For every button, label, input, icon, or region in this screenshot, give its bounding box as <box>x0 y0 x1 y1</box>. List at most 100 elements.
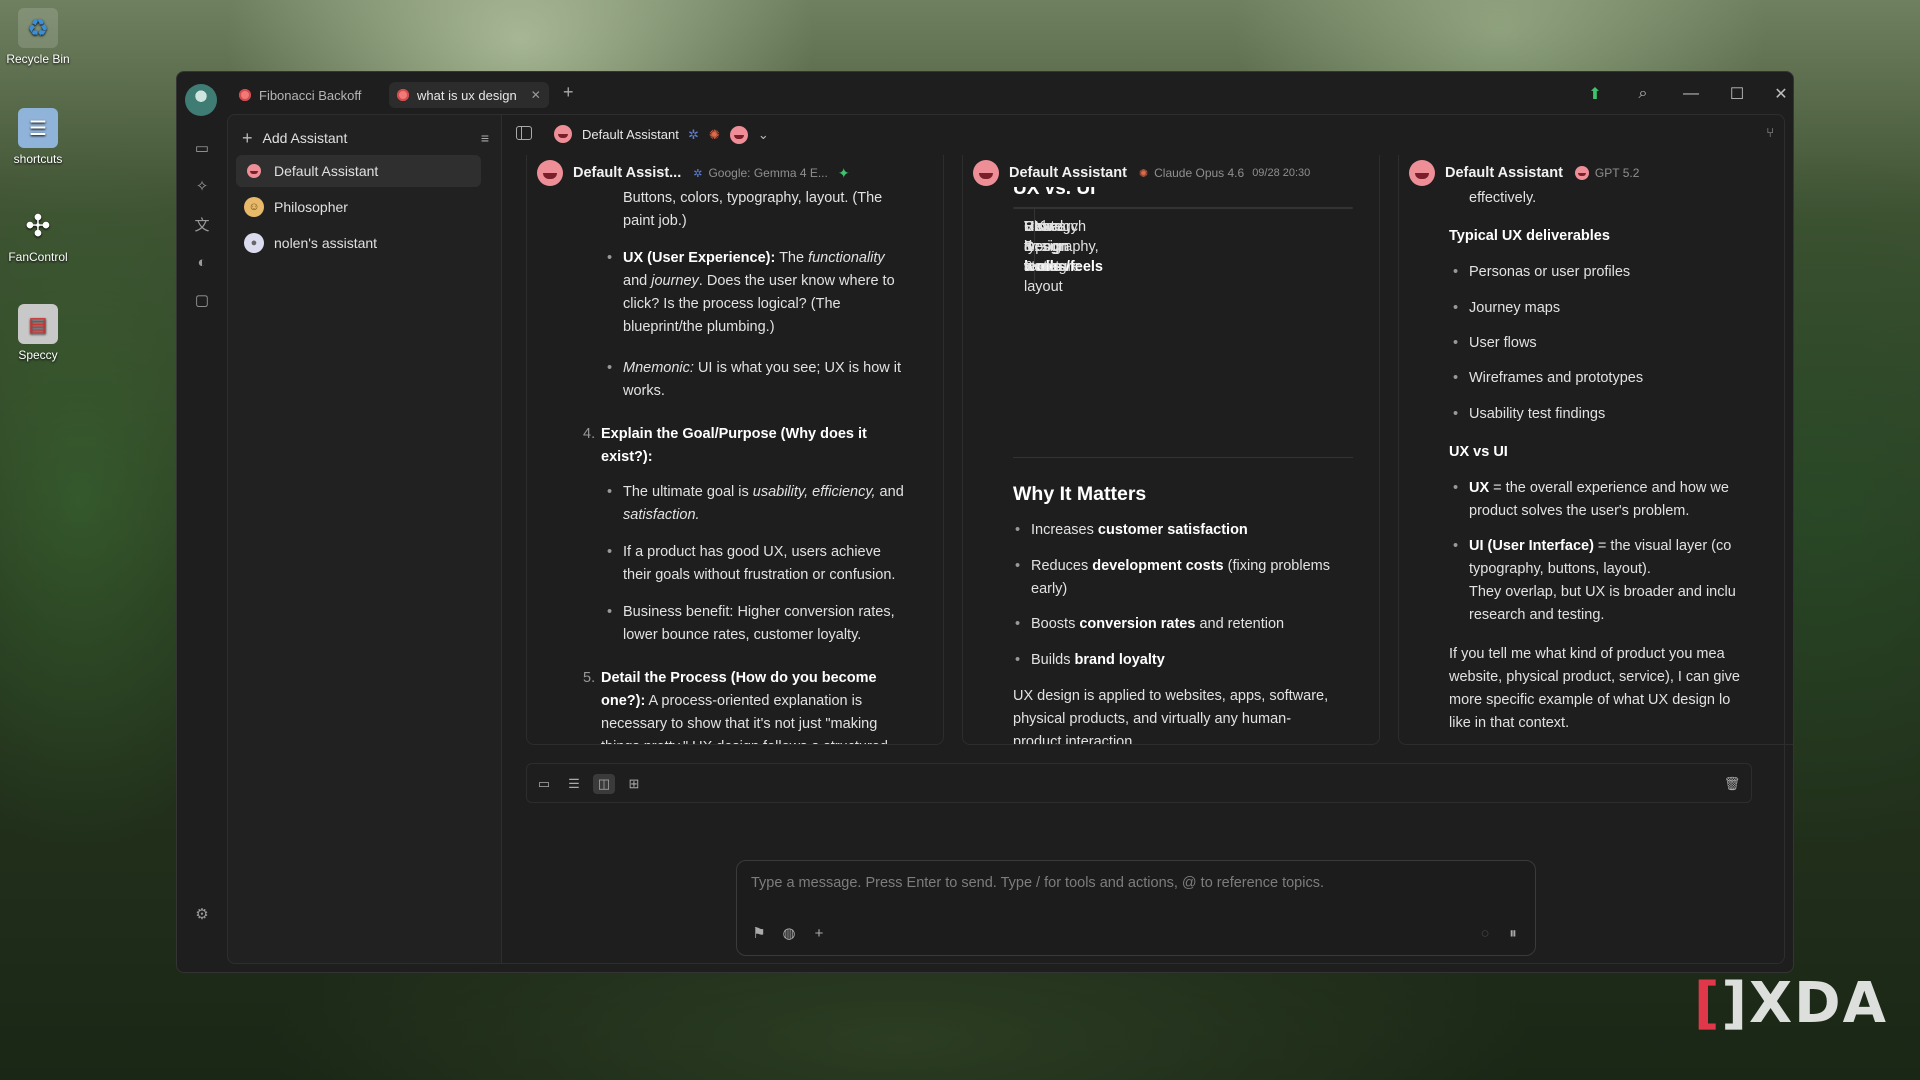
bullet-goal: The ultimate goal is usability, efficien… <box>607 481 904 504</box>
pause-icon[interactable]: ⏸ <box>1503 923 1523 943</box>
assistant-name: Default Assistant <box>1009 165 1127 181</box>
filter-icon[interactable]: ≡ <box>481 130 489 146</box>
text: UI is what you see; UX is how it <box>693 360 902 376</box>
speech-bubble-icon: ● <box>244 233 264 253</box>
bold-text: customer satisfaction <box>1097 522 1248 538</box>
claude-icon: ✺ <box>708 127 720 142</box>
maximize-icon[interactable]: ☐ <box>1723 82 1751 106</box>
add-assistant-label: Add Assistant <box>262 130 348 146</box>
text: Builds <box>1031 652 1075 668</box>
globe-icon[interactable]: ◍ <box>779 923 799 943</box>
assistant-label: Philosopher <box>274 199 348 215</box>
desktop-icon-shortcuts[interactable]: ☰ shortcuts <box>4 108 72 166</box>
tab-assistant-icon <box>397 89 409 101</box>
timestamp: 09/28 20:30 <box>1252 167 1311 179</box>
chat-icon[interactable]: ▭ <box>190 136 214 160</box>
assistant-item-philosopher[interactable]: ☺ Philosopher <box>236 191 481 223</box>
bullet-ux: UX (User Experience): The functionality <box>607 247 885 270</box>
layout-rows-icon[interactable]: ☰ <box>563 774 585 794</box>
file-icon[interactable]: ▢ <box>190 288 214 312</box>
text-line: one?): A process-oriented explanation is <box>601 690 862 713</box>
new-topic-icon[interactable]: ⚑ <box>749 923 769 943</box>
text-line: their goals without frustration or confu… <box>623 567 896 583</box>
layout-columns-icon[interactable]: ◫ <box>593 774 615 794</box>
translate-icon[interactable]: 文 <box>190 212 214 236</box>
close-window-icon[interactable]: ✕ <box>1767 82 1793 106</box>
bold-text: UI (User Interface) <box>1469 538 1594 554</box>
bullet-satisfaction: Increases customer satisfaction <box>1015 519 1248 542</box>
assistant-label: Default Assistant <box>274 163 379 179</box>
message-composer[interactable]: Type a message. Press Enter to send. Typ… <box>736 860 1536 956</box>
desktop-icon-speccy[interactable]: ▤ Speccy <box>4 304 72 362</box>
comparison-table: UX Design UI Design How it works/feels H… <box>1013 207 1353 295</box>
text-line: UX design is applied to websites, apps, … <box>1013 688 1329 704</box>
section-heading: UX vs UI <box>1449 444 1508 460</box>
italic-text: satisfaction. <box>623 507 700 523</box>
text: . Does the user know where to <box>698 273 895 289</box>
bold-text: brand loyalty <box>1074 652 1165 668</box>
list-item: Personas or user profiles <box>1453 261 1630 284</box>
palette-icon[interactable]: ◐ <box>190 250 214 274</box>
text-line: more specific example of what UX design … <box>1449 692 1731 708</box>
desktop-icon-label: Recycle Bin <box>6 52 70 66</box>
close-tab-icon[interactable]: ✕ <box>531 88 541 102</box>
branch-icon[interactable]: ⑂ <box>1766 125 1774 140</box>
text: Reduces <box>1031 558 1093 574</box>
sparkle-icon[interactable]: ✧ <box>190 174 214 198</box>
assistant-label: nolen's assistant <box>274 235 378 251</box>
desktop-icon-recycle-bin[interactable]: ♻ Recycle Bin <box>4 8 72 66</box>
tab-label: what is ux design <box>417 87 517 103</box>
list-heading: Detail the Process (How do you become <box>601 670 877 686</box>
bullet-good-ux: If a product has good UX, users achieve <box>607 541 881 564</box>
update-icon[interactable]: ⬆ <box>1581 82 1609 106</box>
folder-icon: ☰ <box>18 108 58 148</box>
text-line: effectively. <box>1469 190 1537 206</box>
tab-label: Fibonacci Backoff <box>259 87 362 103</box>
new-tab-button[interactable]: + <box>563 82 574 103</box>
desktop-icon-label: Speccy <box>18 348 58 362</box>
assistant-item-nolen[interactable]: ● nolen's assistant <box>236 227 481 259</box>
text-line: Buttons, colors, typography, layout. (Th… <box>623 190 883 206</box>
search-icon[interactable]: ⌕ <box>1629 82 1657 106</box>
minimize-icon[interactable]: — <box>1677 82 1705 106</box>
main-chat-area: Default Assistant ✲ ✺ ⌄ ⑂ Default Assist… <box>502 114 1793 964</box>
text-line: and journey. Does the user know where to <box>623 270 895 293</box>
italic-text: usability, efficiency, <box>752 484 876 500</box>
folder-icon[interactable]: ▭ <box>533 774 555 794</box>
assistant-face-icon <box>244 161 264 181</box>
sidebar-toggle-icon[interactable] <box>516 126 532 140</box>
tab-what-is-ux-design[interactable]: what is ux design ✕ <box>389 82 549 108</box>
gemma-icon: ✲ <box>688 127 699 142</box>
composer-placeholder: Type a message. Press Enter to send. Typ… <box>751 875 1324 891</box>
text: and <box>623 273 652 289</box>
bullet-ux: UX = the overall experience and how we <box>1453 477 1729 500</box>
text-line: lower bounce rates, customer loyalty. <box>623 627 862 643</box>
bold-text: UX <box>1469 480 1490 496</box>
text: and retention <box>1195 616 1285 632</box>
title-bar: Fibonacci Backoff what is ux design ✕ + … <box>177 72 1793 116</box>
text-line: things pretty." UX design follows a stru… <box>601 736 888 744</box>
watermark-text: XDA <box>1749 971 1888 1036</box>
layout-grid-icon[interactable]: ⊞ <box>623 774 645 794</box>
tab-fibonacci-backoff[interactable]: Fibonacci Backoff <box>231 82 369 108</box>
settings-gear-icon[interactable]: ⚙ <box>190 902 214 926</box>
desktop-icon-fancontrol[interactable]: ✣ FanControl <box>4 206 72 265</box>
plus-icon[interactable]: + <box>809 923 829 943</box>
add-assistant-row[interactable]: + Add Assistant ≡ <box>242 125 489 151</box>
text-line: physical products, and virtually any hum… <box>1013 711 1292 727</box>
model-selector[interactable]: ✲ ✺ ⌄ <box>688 126 769 144</box>
topbar-assistant[interactable]: Default Assistant <box>554 125 679 143</box>
list-item: Journey maps <box>1453 297 1560 320</box>
text: = the visual layer (co <box>1593 538 1732 554</box>
bold-text: UX (User Experience): <box>623 250 776 266</box>
message-body: UX vs. UI UX Design UI Design How it wor… <box>963 177 1379 744</box>
user-avatar[interactable] <box>185 84 217 116</box>
text-line: typography, buttons, layout). <box>1469 561 1651 577</box>
assistant-item-default[interactable]: Default Assistant <box>236 155 481 187</box>
claude-icon: ✺ <box>1138 167 1149 180</box>
trash-icon[interactable]: 🗑 <box>1721 774 1743 794</box>
list-heading: Explain the Goal/Purpose (Why does it <box>601 426 867 442</box>
message-body: Buttons, colors, typography, layout. (Th… <box>527 177 943 744</box>
desktop-icon-label: FanControl <box>8 250 68 264</box>
layout-toolbar: ▭ ☰ ◫ ⊞ 🗑 <box>526 763 1752 803</box>
